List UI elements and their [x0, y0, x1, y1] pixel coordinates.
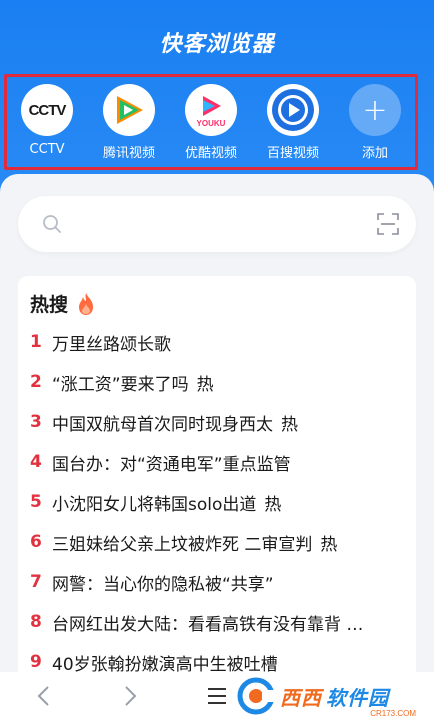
- hot-item-rank: 7: [30, 572, 42, 592]
- hot-item-text: 中国双航母首次同时现身西太: [52, 414, 273, 435]
- hot-item-rank: 4: [30, 452, 42, 472]
- watermark-sub: CR173.COM: [370, 709, 416, 718]
- shortcut-youku[interactable]: YOUKU 优酷视频: [170, 80, 252, 170]
- hot-item-text: 台网红出发大陆：看看高铁有没有靠背 …: [52, 614, 364, 635]
- hot-item-text: 万里丝路颂长歌: [52, 334, 171, 355]
- hot-item[interactable]: 5 小沈阳女儿将韩国solo出道 热: [30, 482, 410, 522]
- shortcut-label: 优酷视频: [184, 146, 237, 161]
- hot-item-text: 国台办：对“资通电军”重点监管: [52, 454, 291, 475]
- hot-item-tag: 热: [320, 534, 338, 555]
- hot-search-list: 1 万里丝路颂长歌 2 “涨工资”要来了吗 热 3 中国双航母首次同时现身西太 …: [30, 322, 410, 682]
- shortcut-label: CCTV: [29, 142, 65, 157]
- hot-item-text: 网警：当心你的隐私被“共享”: [52, 574, 274, 595]
- hot-item-rank: 9: [30, 652, 42, 672]
- scan-icon[interactable]: [376, 212, 400, 236]
- hot-item[interactable]: 2 “涨工资”要来了吗 热: [30, 362, 410, 402]
- hot-item-rank: 2: [30, 372, 42, 392]
- hot-item-rank: 6: [30, 532, 42, 552]
- hot-item-rank: 5: [30, 492, 42, 512]
- hot-search-title-text: 热搜: [30, 294, 69, 316]
- hot-item-rank: 3: [30, 412, 42, 432]
- hot-item[interactable]: 3 中国双航母首次同时现身西太 热: [30, 402, 410, 442]
- hot-item[interactable]: 6 三姐妹给父亲上坟被炸死 二审宣判 热: [30, 522, 410, 562]
- hot-item-text: 三姐妹给父亲上坟被炸死 二审宣判: [52, 534, 313, 555]
- hot-item[interactable]: 4 国台办：对“资通电军”重点监管: [30, 442, 410, 482]
- watermark: 西西 软件园 CR173.COM: [236, 672, 434, 720]
- search-input[interactable]: [74, 210, 374, 238]
- shortcut-label: 百搜视频: [266, 146, 319, 161]
- hot-search-card: 热搜 1 万里丝路颂长歌 2 “涨工资”要来了吗 热 3 中国双航母首次同时现身…: [18, 276, 416, 676]
- plus-icon: +: [349, 84, 401, 136]
- youku-logo-text: YOUKU: [197, 119, 226, 128]
- shortcut-add[interactable]: + 添加: [334, 80, 416, 170]
- shortcut-baisou-video[interactable]: 百搜视频: [252, 80, 334, 170]
- shortcut-label: 添加: [361, 146, 388, 161]
- hot-item-text: “涨工资”要来了吗: [52, 374, 189, 395]
- shortcut-grid: CCTV CCTV 腾讯视频 YOUKU 优酷视频 百搜视频 + 添加: [6, 80, 418, 170]
- hot-item-text: 小沈阳女儿将韩国solo出道: [52, 494, 257, 515]
- shortcut-cctv[interactable]: CCTV CCTV: [6, 80, 88, 170]
- hot-item-tag: 热: [264, 494, 282, 515]
- fire-icon: [79, 292, 94, 315]
- hot-item-rank: 8: [30, 612, 42, 632]
- forward-arrow-icon[interactable]: [120, 684, 140, 708]
- tencent-video-icon: [103, 84, 155, 136]
- watermark-logo-icon: [237, 677, 276, 715]
- menu-icon[interactable]: [206, 686, 228, 706]
- shortcut-tencent-video[interactable]: 腾讯视频: [88, 80, 170, 170]
- hot-item[interactable]: 7 网警：当心你的隐私被“共享”: [30, 562, 410, 602]
- back-arrow-icon[interactable]: [34, 684, 54, 708]
- hot-item-tag: 热: [281, 414, 298, 435]
- hot-item[interactable]: 1 万里丝路颂长歌: [30, 322, 410, 362]
- cctv-logo-text: CCTV: [28, 101, 67, 119]
- hot-item-text: 40岁张翰扮嫩演高中生被吐槽: [52, 654, 278, 675]
- app-title: 快客浏览器: [159, 32, 275, 57]
- shortcut-label: 腾讯视频: [102, 146, 155, 161]
- baisou-video-icon: [267, 84, 319, 136]
- cctv-logo-icon: CCTV: [21, 84, 73, 136]
- hot-search-title: 热搜: [30, 290, 96, 317]
- watermark-text-a: 西西: [280, 685, 322, 710]
- hot-item-rank: 1: [30, 332, 42, 352]
- search-icon: [43, 215, 61, 233]
- hot-item[interactable]: 8 台网红出发大陆：看看高铁有没有靠背 …: [30, 602, 410, 642]
- search-bar[interactable]: [18, 196, 416, 252]
- hot-item-tag: 热: [196, 374, 214, 395]
- watermark-text-b: 软件园: [326, 685, 389, 710]
- youku-icon: YOUKU: [185, 84, 237, 136]
